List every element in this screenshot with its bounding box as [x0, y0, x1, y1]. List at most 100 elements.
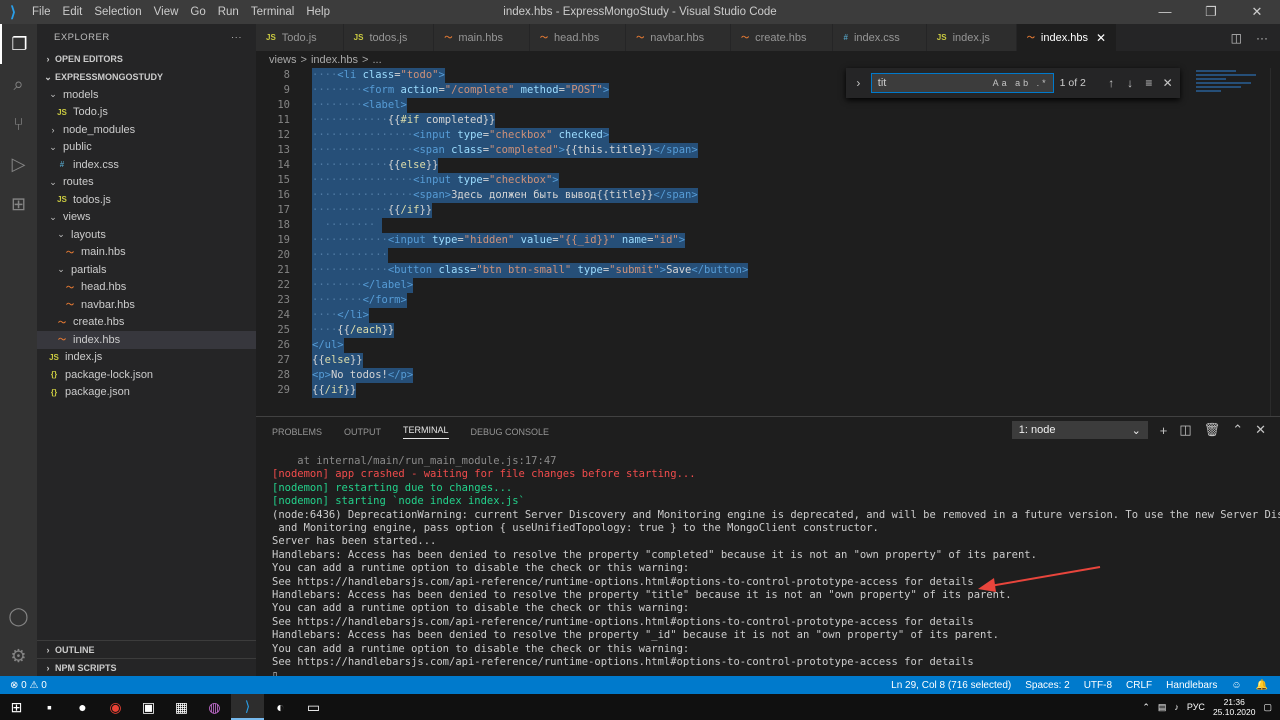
terminal-select[interactable]: 1: node ⌄: [1011, 421, 1148, 439]
accounts-icon[interactable]: ◯: [0, 596, 37, 636]
taskbar-app-icon[interactable]: ◍: [198, 694, 231, 720]
menu-selection[interactable]: Selection: [88, 0, 147, 24]
tray-expand-icon[interactable]: ⌃: [1142, 702, 1150, 713]
tab-Todo-js[interactable]: JS Todo.js: [256, 24, 344, 51]
tree-item[interactable]: 〜 index.hbs: [37, 331, 256, 349]
search-icon[interactable]: ⌕: [0, 64, 37, 104]
tab-head-hbs[interactable]: 〜 head.hbs: [530, 24, 627, 51]
extensions-icon[interactable]: ⊞: [0, 184, 37, 224]
problems-count[interactable]: ⊗ 0 ⚠ 0: [10, 680, 47, 691]
taskbar-app-icon[interactable]: ▭: [297, 694, 330, 720]
minimap[interactable]: [1196, 68, 1271, 108]
previous-match-icon[interactable]: ↑: [1105, 76, 1118, 90]
input-language[interactable]: РУС: [1187, 702, 1205, 712]
tab-main-hbs[interactable]: 〜 main.hbs: [434, 24, 531, 51]
breadcrumb-item[interactable]: ...: [372, 54, 381, 66]
code-line[interactable]: 17 ············{{/if}}: [256, 203, 1280, 218]
network-icon[interactable]: ▤: [1158, 702, 1167, 713]
tree-item[interactable]: {} package.json: [37, 384, 256, 402]
vscode-taskbar-icon[interactable]: ⟩: [231, 694, 264, 720]
find-in-selection-icon[interactable]: ≡: [1142, 76, 1155, 90]
code-line[interactable]: 10 ········<label>: [256, 98, 1280, 113]
tree-item[interactable]: 〜 create.hbs: [37, 314, 256, 332]
tree-item[interactable]: › node_modules: [37, 121, 256, 139]
menu-run[interactable]: Run: [212, 0, 245, 24]
code-editor[interactable]: 8 ····<li class="todo"> 9 ········<form act…: [256, 68, 1280, 416]
tab-todos-js[interactable]: JS todos.js: [343, 24, 435, 51]
cursor-position[interactable]: Ln 29, Col 8 (716 selected): [891, 680, 1011, 691]
code-line[interactable]: 19 ············<input type="hidden" value…: [256, 233, 1280, 248]
code-line[interactable]: 23 ········</form>: [256, 293, 1280, 308]
find-input[interactable]: tit Aa ab .*: [870, 73, 1054, 93]
panel-tab-problems[interactable]: PROBLEMS: [272, 427, 322, 437]
encoding[interactable]: UTF-8: [1084, 680, 1112, 691]
menu-edit[interactable]: Edit: [57, 0, 89, 24]
close-window-icon[interactable]: ✕: [1234, 0, 1280, 24]
maximize-icon[interactable]: ❐: [1188, 0, 1234, 24]
code-line[interactable]: 14 ············{{else}}: [256, 158, 1280, 173]
taskbar-app-icon[interactable]: ▣: [132, 694, 165, 720]
editor-scrollbar[interactable]: [1270, 68, 1280, 416]
tab-index-js[interactable]: JS index.js: [926, 24, 1017, 51]
manage-gear-icon[interactable]: ⚙: [0, 636, 37, 676]
new-terminal-icon[interactable]: +: [1160, 423, 1168, 438]
code-line[interactable]: 28 <p>No todos!</p>: [256, 368, 1280, 383]
code-line[interactable]: 12 ················<input type="checkbox"…: [256, 128, 1280, 143]
open-editors-section[interactable]: › OPEN EDITORS: [37, 50, 256, 68]
tab-create-hbs[interactable]: 〜 create.hbs: [731, 24, 834, 51]
menu-view[interactable]: View: [148, 0, 185, 24]
tree-item[interactable]: JS todos.js: [37, 191, 256, 209]
calculator-icon[interactable]: ▦: [165, 694, 198, 720]
maximize-panel-icon[interactable]: ⌃: [1232, 422, 1243, 438]
panel-tab-terminal[interactable]: TERMINAL: [403, 425, 449, 439]
menu-terminal[interactable]: Terminal: [245, 0, 300, 24]
tree-item[interactable]: ⌄ routes: [37, 174, 256, 192]
windows-start-icon[interactable]: ⊞: [0, 694, 33, 720]
explorer-icon[interactable]: ❐: [0, 24, 37, 64]
code-line[interactable]: 24 ····</li>: [256, 308, 1280, 323]
panel-tab-debug-console[interactable]: DEBUG CONSOLE: [471, 427, 550, 437]
taskbar-app-icon[interactable]: ▪: [33, 694, 66, 720]
split-terminal-icon[interactable]: ◫: [1179, 422, 1191, 438]
code-line[interactable]: 16 ················<span>Здесь должен быт…: [256, 188, 1280, 203]
code-line[interactable]: 15 ················<input type="checkbox"…: [256, 173, 1280, 188]
more-actions-icon[interactable]: ···: [231, 32, 242, 43]
split-editor-icon[interactable]: ◫: [1231, 31, 1242, 45]
code-line[interactable]: 20 ············: [256, 248, 1280, 263]
breadcrumb-item[interactable]: views: [269, 54, 297, 66]
tab-navbar-hbs[interactable]: 〜 navbar.hbs: [626, 24, 732, 51]
code-line[interactable]: 11 ············{{#if completed}}: [256, 113, 1280, 128]
minimize-icon[interactable]: —: [1142, 0, 1188, 24]
tree-item[interactable]: 〜 navbar.hbs: [37, 296, 256, 314]
code-line[interactable]: 21 ············<button class="btn btn-sma…: [256, 263, 1280, 278]
find-options[interactable]: Aa ab .*: [993, 78, 1053, 88]
tree-item[interactable]: JS Todo.js: [37, 104, 256, 122]
taskbar-app-icon[interactable]: ●: [66, 694, 99, 720]
clock[interactable]: 21:36 25.10.2020: [1213, 697, 1256, 717]
chrome-icon[interactable]: ◉: [99, 694, 132, 720]
panel-tab-output[interactable]: OUTPUT: [344, 427, 381, 437]
code-line[interactable]: 29 {{/if}}: [256, 383, 1280, 398]
tree-item[interactable]: ⌄ partials: [37, 261, 256, 279]
project-section[interactable]: ⌄ EXPRESSMONGOSTUDY: [37, 68, 256, 86]
menu-go[interactable]: Go: [184, 0, 211, 24]
kill-terminal-icon[interactable]: 🗑: [1204, 422, 1221, 438]
breadcrumb-item[interactable]: index.hbs: [311, 54, 358, 66]
taskbar-app-icon[interactable]: ◐: [264, 694, 297, 720]
close-panel-icon[interactable]: ✕: [1255, 422, 1266, 438]
code-line[interactable]: 18 ········: [256, 218, 1280, 233]
source-control-icon[interactable]: ⑂: [0, 104, 37, 144]
tree-item[interactable]: ⌄ models: [37, 86, 256, 104]
npm-scripts-section[interactable]: › NPM SCRIPTS: [37, 658, 256, 677]
code-line[interactable]: 27 {{else}}: [256, 353, 1280, 368]
feedback-icon[interactable]: ☺: [1231, 680, 1241, 691]
more-actions-icon[interactable]: ···: [1256, 31, 1268, 45]
indentation[interactable]: Spaces: 2: [1025, 680, 1069, 691]
tree-item[interactable]: # index.css: [37, 156, 256, 174]
notifications-icon[interactable]: 🔔: [1256, 680, 1268, 691]
tab-index-css[interactable]: # index.css: [833, 24, 927, 51]
action-center-icon[interactable]: ▢: [1263, 702, 1272, 713]
outline-section[interactable]: › OUTLINE: [37, 640, 256, 659]
tab-index-hbs[interactable]: 〜 index.hbs ✕: [1016, 24, 1118, 51]
code-line[interactable]: 25 ····{{/each}}: [256, 323, 1280, 338]
